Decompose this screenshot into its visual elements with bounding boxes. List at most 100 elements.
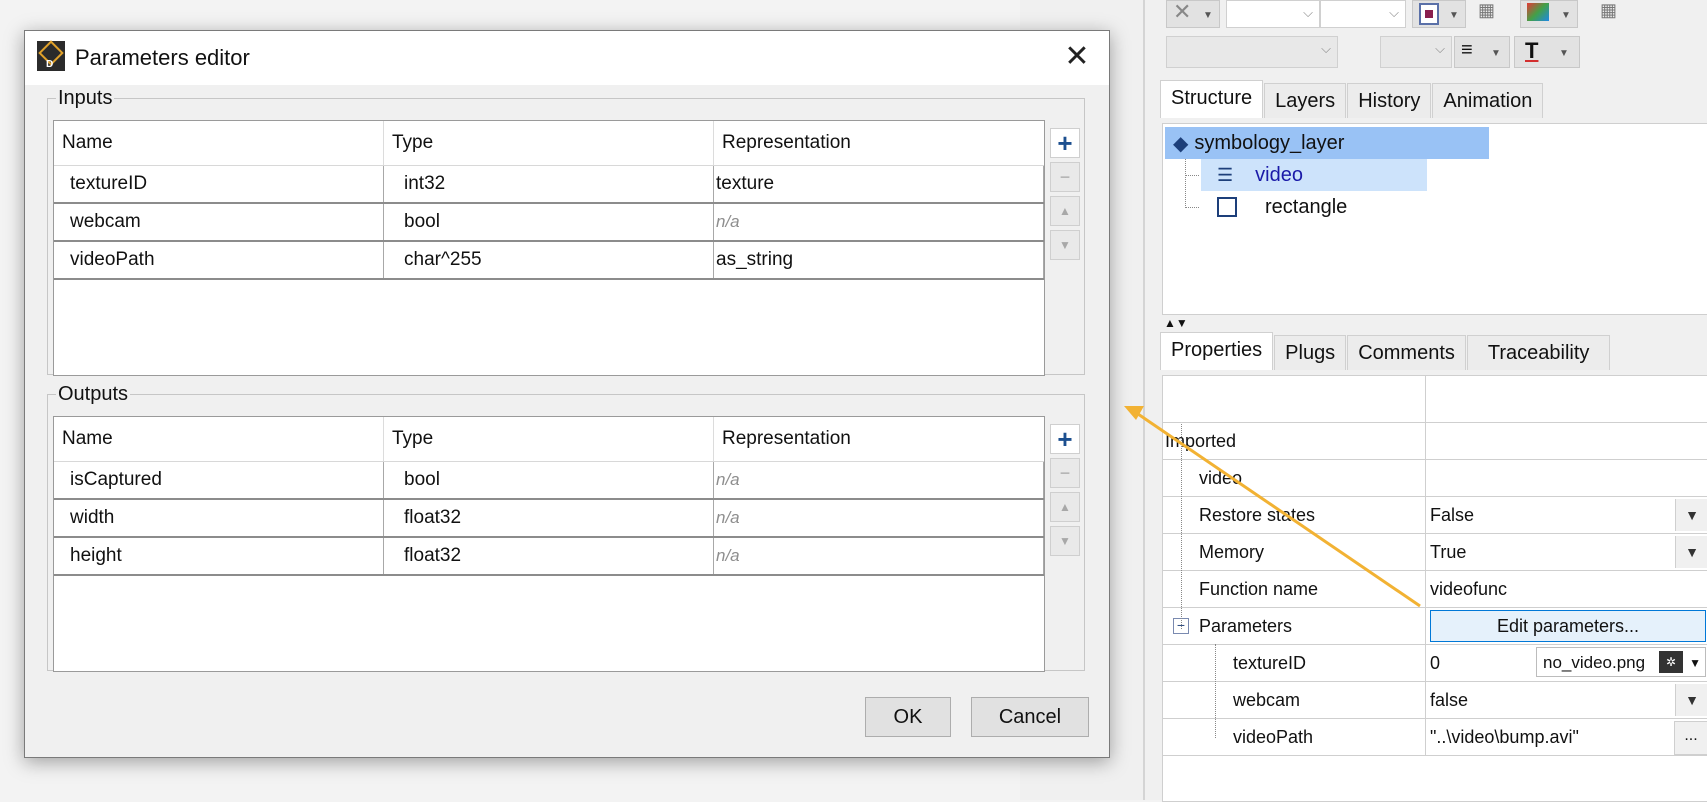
move-input-up-button[interactable]: ▲ <box>1050 196 1080 226</box>
keyboard-button[interactable]: ▦ <box>1478 0 1508 26</box>
tab-traceability[interactable]: Traceability <box>1466 335 1611 370</box>
cell-type[interactable]: float32 <box>384 538 714 574</box>
move-output-down-button[interactable]: ▼ <box>1050 526 1080 556</box>
property-value-text: videofunc <box>1430 579 1508 599</box>
edit-parameters-button[interactable]: Edit parameters... <box>1430 610 1706 642</box>
add-output-button[interactable]: + <box>1050 424 1080 454</box>
cell-representation[interactable]: as_string <box>714 242 1044 278</box>
collapse-arrows[interactable]: ▲▼ <box>1164 316 1188 330</box>
property-row-function-name[interactable]: Function name videofunc <box>1163 571 1707 608</box>
cell-type[interactable]: bool <box>384 462 714 498</box>
cell-type[interactable]: char^255 <box>384 242 714 278</box>
font-family-combo[interactable]: ⌵ <box>1166 36 1338 68</box>
rectangle-icon <box>1217 197 1237 217</box>
cell-representation[interactable]: n/a <box>714 462 1044 498</box>
property-row-memory[interactable]: Memory True ▼ <box>1163 534 1707 571</box>
text-align-button[interactable]: ≡ ▼ <box>1454 36 1510 68</box>
browse-button[interactable]: ... <box>1674 721 1707 755</box>
text-style-button[interactable]: T ▼ <box>1514 36 1580 68</box>
cell-representation[interactable]: texture <box>714 166 1044 202</box>
cell-type[interactable]: int32 <box>384 166 714 202</box>
cell-representation[interactable]: n/a <box>714 500 1044 536</box>
tree-connector <box>1185 158 1186 208</box>
cell-name[interactable]: height <box>54 538 384 574</box>
cell-name[interactable]: videoPath <box>54 242 384 278</box>
tree-item-video[interactable]: ☰ video <box>1201 159 1427 191</box>
tree-item-symbology-layer[interactable]: ◆ symbology_layer <box>1165 127 1489 159</box>
grid-button[interactable]: ▦ <box>1600 0 1630 26</box>
property-row-textureid[interactable]: textureID 0 no_video.png ✲ ▼ <box>1163 645 1707 682</box>
videopath-field[interactable]: "..\video\bump.avi"... <box>1425 719 1707 755</box>
outputs-legend: Outputs <box>58 383 129 405</box>
cell-name[interactable]: webcam <box>54 204 384 240</box>
fill-color-button[interactable]: ▼ <box>1520 0 1578 28</box>
tab-comments[interactable]: Comments <box>1347 335 1466 370</box>
property-name: Function name <box>1199 579 1319 599</box>
table-row[interactable]: webcam bool n/a <box>54 204 1044 242</box>
tree-connector <box>1185 175 1199 176</box>
table-row[interactable]: videoPath char^255 as_string <box>54 242 1044 280</box>
column-header-representation[interactable]: Representation <box>714 417 1044 461</box>
property-header-value <box>1425 376 1707 422</box>
property-value-text: True <box>1430 542 1467 562</box>
cell-type[interactable]: float32 <box>384 500 714 536</box>
tab-animation[interactable]: Animation <box>1432 83 1544 118</box>
tree-connector <box>1185 207 1199 208</box>
tab-layers[interactable]: Layers <box>1264 83 1347 118</box>
property-row-video[interactable]: video <box>1163 460 1707 497</box>
column-header-representation[interactable]: Representation <box>714 121 1044 165</box>
font-size-combo[interactable]: ⌵ <box>1380 36 1452 68</box>
texture-file-select[interactable]: no_video.png ✲ ▼ <box>1536 647 1706 677</box>
close-icon[interactable]: ✕ <box>1057 37 1097 77</box>
cell-name[interactable]: width <box>54 500 384 536</box>
layers-icon: ◆ <box>1173 132 1189 155</box>
tab-plugs[interactable]: Plugs <box>1274 335 1347 370</box>
restore-states-select[interactable]: False ▼ <box>1425 497 1707 533</box>
line-style-combo[interactable]: ⌵ <box>1320 0 1406 28</box>
panel-splitter[interactable] <box>1143 0 1145 800</box>
property-row-restore-states[interactable]: Restore states False ▼ <box>1163 497 1707 534</box>
dropdown-arrow-icon[interactable]: ▼ <box>1675 536 1707 568</box>
inputs-table: Name Type Representation textureID int32… <box>53 120 1045 376</box>
column-header-name[interactable]: Name <box>54 121 384 165</box>
cell-name[interactable]: textureID <box>54 166 384 202</box>
column-header-type[interactable]: Type <box>384 417 714 461</box>
textureid-field[interactable]: 0 no_video.png ✲ ▼ <box>1425 645 1707 681</box>
cell-representation[interactable]: n/a <box>714 204 1044 240</box>
tab-properties[interactable]: Properties <box>1160 332 1274 370</box>
property-row-webcam[interactable]: webcam false ▼ <box>1163 682 1707 719</box>
tree-item-rectangle[interactable]: rectangle <box>1201 191 1427 223</box>
remove-output-button[interactable]: − <box>1050 458 1080 488</box>
tab-structure[interactable]: Structure <box>1160 80 1264 118</box>
add-input-button[interactable]: + <box>1050 128 1080 158</box>
table-row[interactable]: height float32 n/a <box>54 538 1044 576</box>
remove-input-button[interactable]: − <box>1050 162 1080 192</box>
line-color-button[interactable]: ▼ <box>1412 0 1466 28</box>
cell-name[interactable]: isCaptured <box>54 462 384 498</box>
line-width-combo[interactable]: ⌵ <box>1226 0 1320 28</box>
table-row[interactable]: textureID int32 texture <box>54 166 1044 204</box>
memory-select[interactable]: True ▼ <box>1425 534 1707 570</box>
webcam-select[interactable]: false ▼ <box>1425 682 1707 718</box>
property-row-imported[interactable]: Imported <box>1163 423 1707 460</box>
move-output-up-button[interactable]: ▲ <box>1050 492 1080 522</box>
dropdown-arrow-icon[interactable]: ▼ <box>1675 684 1707 716</box>
table-row[interactable]: isCaptured bool n/a <box>54 462 1044 500</box>
dropdown-arrow-icon[interactable]: ▼ <box>1689 648 1701 678</box>
column-header-name[interactable]: Name <box>54 417 384 461</box>
property-value-text: False <box>1430 505 1475 525</box>
function-name-field[interactable]: videofunc <box>1425 571 1707 607</box>
cell-type[interactable]: bool <box>384 204 714 240</box>
cancel-button[interactable]: Cancel <box>971 697 1089 737</box>
property-value-text: "..\video\bump.avi" <box>1430 727 1579 747</box>
property-row-parameters[interactable]: − Parameters Edit parameters... <box>1163 608 1707 645</box>
fill-none-button[interactable]: ✕ ▼ <box>1166 0 1220 28</box>
tab-history[interactable]: History <box>1347 83 1432 118</box>
property-row-videopath[interactable]: videoPath "..\video\bump.avi"... <box>1163 719 1707 756</box>
cell-representation[interactable]: n/a <box>714 538 1044 574</box>
dropdown-arrow-icon[interactable]: ▼ <box>1675 499 1707 531</box>
move-input-down-button[interactable]: ▼ <box>1050 230 1080 260</box>
ok-button[interactable]: OK <box>865 697 951 737</box>
table-row[interactable]: width float32 n/a <box>54 500 1044 538</box>
column-header-type[interactable]: Type <box>384 121 714 165</box>
